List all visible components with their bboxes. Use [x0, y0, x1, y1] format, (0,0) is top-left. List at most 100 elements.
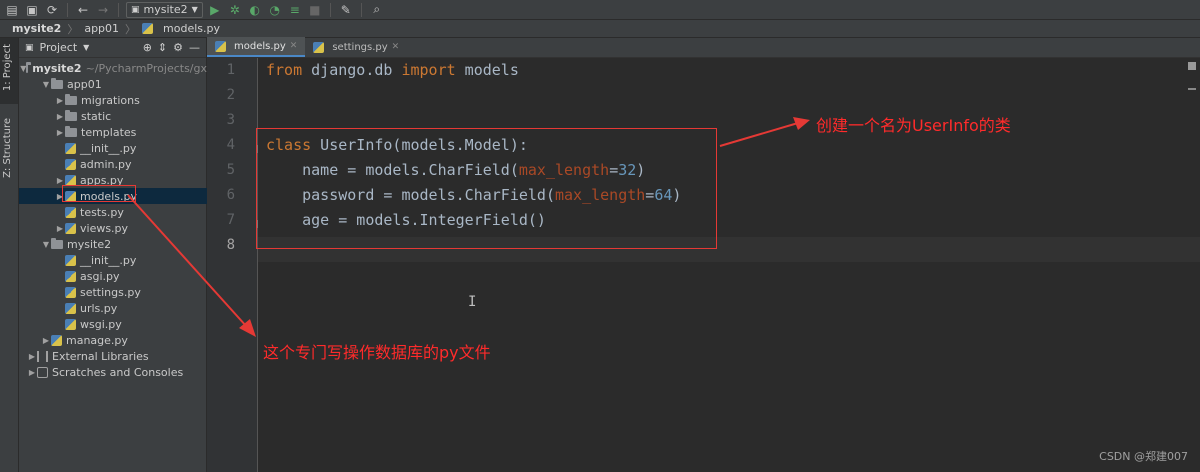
collapse-arrow-icon[interactable]: ▶ — [27, 352, 37, 361]
line-number: 6 — [226, 187, 235, 203]
stop-icon[interactable]: ■ — [307, 2, 323, 18]
tree-item[interactable]: ▶ static — [19, 108, 207, 124]
tree-item[interactable]: wsgi.py — [19, 316, 207, 332]
chevron-down-icon: ▼ — [191, 5, 198, 14]
tree-item-label: templates — [81, 125, 137, 139]
tab-models-py[interactable]: models.py ✕ — [207, 37, 306, 57]
breadcrumb-item-folder[interactable]: app01 — [84, 22, 119, 35]
expand-arrow-icon[interactable]: ▼ — [41, 80, 51, 89]
run-icon[interactable]: ▶ — [207, 2, 223, 18]
code-token: models — [455, 61, 519, 79]
tab-label: models.py — [234, 40, 286, 52]
tree-item[interactable]: ▼ mysite2 ~/PycharmProjects/gx — [19, 60, 207, 76]
close-icon[interactable]: ✕ — [290, 41, 298, 51]
text-cursor-icon: I — [468, 294, 477, 310]
run-config-selector[interactable]: ▣ mysite2 ▼ — [126, 1, 203, 18]
forward-icon[interactable]: → — [95, 2, 111, 18]
back-icon[interactable]: ← — [75, 2, 91, 18]
tree-item-label: manage.py — [66, 333, 128, 347]
breadcrumb-item-project[interactable]: mysite2 — [12, 22, 61, 35]
tree-item[interactable]: settings.py — [19, 284, 207, 300]
collapse-arrow-icon[interactable]: ▶ — [55, 96, 65, 105]
python-file-icon — [313, 41, 325, 53]
tree-item[interactable]: tests.py — [19, 204, 207, 220]
left-tool-strip: 1: Project Z: Structure — [0, 38, 19, 472]
library-icon — [37, 350, 48, 362]
tree-item[interactable]: ▼ mysite2 — [19, 236, 207, 252]
chevron-down-icon[interactable]: ▼ — [83, 43, 89, 52]
tree-item[interactable]: ▶ migrations — [19, 92, 207, 108]
toolbar-divider — [118, 2, 119, 17]
tree-item[interactable]: ▶ External Libraries — [19, 348, 207, 364]
breadcrumb-item-file[interactable]: models.py — [163, 22, 220, 35]
search-icon[interactable]: ⌕ — [369, 2, 385, 18]
collapse-arrow-icon[interactable]: ▶ — [55, 224, 65, 233]
target-icon[interactable]: ⊕ — [143, 41, 152, 54]
code-editor[interactable]: from django.db import models class UserIn… — [258, 58, 1200, 472]
project-view-icon: ▣ — [25, 42, 34, 53]
collapse-all-icon[interactable]: ⇕ — [158, 41, 167, 54]
line-number: 2 — [226, 87, 235, 103]
line-number-gutter: 1 2 3 4 5 6 7 8 — [207, 58, 265, 472]
tree-item-path: ~/PycharmProjects/gx — [85, 61, 207, 75]
tree-item-label: External Libraries — [52, 349, 149, 363]
collapse-arrow-icon[interactable]: ▶ — [41, 336, 51, 345]
error-stripe-mark[interactable] — [1188, 88, 1196, 90]
tree-item[interactable]: admin.py — [19, 156, 207, 172]
close-icon[interactable]: ✕ — [392, 42, 400, 52]
tree-item-label: wsgi.py — [80, 317, 122, 331]
collapse-arrow-icon[interactable]: ▶ — [55, 112, 65, 121]
tree-item[interactable]: __init__.py — [19, 252, 207, 268]
tree-item[interactable]: ▶ Scratches and Consoles — [19, 364, 207, 380]
toolbar-divider — [67, 2, 68, 17]
code-line[interactable]: from django.db import models — [266, 58, 519, 83]
tree-item-label: admin.py — [80, 157, 132, 171]
expand-arrow-icon[interactable]: ▼ — [41, 240, 51, 249]
line-number: 4 — [226, 137, 235, 153]
wrench-icon[interactable]: ✎ — [338, 2, 354, 18]
coverage-icon[interactable]: ◐ — [247, 2, 263, 18]
build-icon[interactable]: ≡ — [287, 2, 303, 18]
sync-icon[interactable]: ⟳ — [44, 2, 60, 18]
code-token: from — [266, 61, 303, 79]
annotation-box-class — [256, 128, 717, 249]
tree-item[interactable]: ▼ app01 — [19, 76, 207, 92]
collapse-arrow-icon[interactable]: ▶ — [55, 128, 65, 137]
scratches-icon — [37, 366, 48, 378]
tree-item-label: migrations — [81, 93, 140, 107]
profile-icon[interactable]: ◔ — [267, 2, 283, 18]
inspection-status-icon[interactable] — [1188, 62, 1196, 70]
annotation-file-note: 这个专门写操作数据库的py文件 — [263, 343, 491, 362]
tree-item[interactable]: __init__.py — [19, 140, 207, 156]
debug-icon[interactable]: ✲ — [227, 2, 243, 18]
tree-item[interactable]: ▶ templates — [19, 124, 207, 140]
tree-item-label: mysite2 — [67, 237, 112, 251]
tree-item[interactable]: ▶ views.py — [19, 220, 207, 236]
tree-item-label: static — [81, 109, 112, 123]
tab-settings-py[interactable]: settings.py ✕ — [305, 37, 407, 57]
breadcrumb-separator: 〉 — [125, 22, 137, 36]
python-file-icon — [65, 270, 76, 282]
open-folder-icon[interactable]: ▤ — [4, 2, 20, 18]
tree-item[interactable]: urls.py — [19, 300, 207, 316]
line-number: 3 — [226, 112, 235, 128]
structure-tool-label[interactable]: Z: Structure — [2, 118, 13, 178]
line-number-current: 8 — [226, 237, 235, 253]
project-tool-label[interactable]: 1: Project — [2, 44, 13, 91]
tree-item[interactable]: asgi.py — [19, 268, 207, 284]
hide-icon[interactable]: — — [189, 41, 200, 54]
tree-item[interactable]: ▶ manage.py — [19, 332, 207, 348]
python-file-icon — [65, 318, 76, 330]
tab-label: settings.py — [332, 41, 388, 53]
line-number: 7 — [226, 212, 235, 228]
project-panel-title[interactable]: Project — [40, 41, 78, 54]
gear-icon[interactable]: ⚙ — [173, 41, 183, 54]
collapse-arrow-icon[interactable]: ▶ — [27, 368, 37, 377]
run-config-label: mysite2 — [143, 3, 188, 16]
toolbar-divider — [360, 2, 362, 17]
save-icon[interactable]: ▣ — [24, 2, 40, 18]
editor-tabs: models.py ✕ settings.py ✕ — [207, 37, 1200, 58]
tree-item-label: views.py — [80, 221, 129, 235]
python-file-icon — [51, 334, 62, 346]
collapse-arrow-icon[interactable]: ▶ — [55, 176, 65, 185]
